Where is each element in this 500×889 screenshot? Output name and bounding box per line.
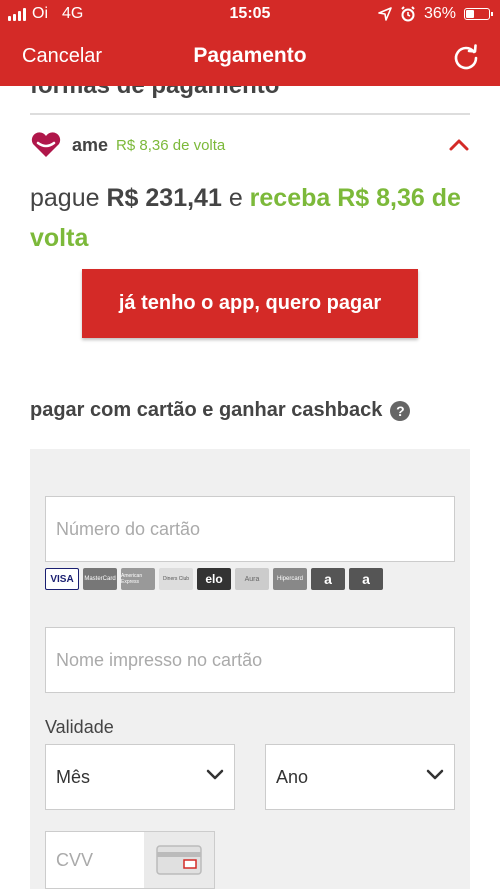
elo-logo: elo	[197, 568, 231, 590]
payment-content[interactable]: formas de pagamento ame R$ 8,36 de volta…	[0, 86, 500, 889]
month-select[interactable]: Mês	[45, 744, 235, 810]
card-back-icon	[144, 832, 214, 888]
section-title: formas de pagamento	[30, 86, 279, 100]
card-section-title-text: pagar com cartão e ganhar cashback	[30, 399, 383, 421]
help-icon[interactable]: ?	[390, 400, 411, 421]
card-cvv-icon	[156, 845, 202, 875]
card-brands: VISA MasterCard American Express Diners …	[45, 568, 383, 590]
summary-prefix: pague	[30, 184, 100, 212]
brand-a-logo-2: a	[349, 568, 383, 590]
battery-icon	[464, 8, 493, 20]
ame-option[interactable]: ame R$ 8,36 de volta	[30, 130, 470, 160]
validity-label: Validade	[45, 717, 114, 737]
status-bar: Oi 4G 15:05 36%	[0, 0, 500, 30]
visa-logo: VISA	[45, 568, 79, 590]
year-select[interactable]: Ano	[265, 744, 455, 810]
brand-a-logo: a	[311, 568, 345, 590]
summary-connector: e	[228, 184, 243, 212]
chevron-down-icon	[206, 769, 224, 780]
payment-summary: pague R$ 231,41 e receba R$ 8,36 de volt…	[30, 178, 480, 258]
ame-heart-icon	[31, 132, 61, 157]
month-select-value: Mês	[56, 766, 91, 787]
card-number-input[interactable]	[45, 496, 455, 562]
card-section-title: pagar com cartão e ganhar cashback ?	[30, 399, 411, 422]
year-select-value: Ano	[276, 766, 309, 787]
ame-cashback: R$ 8,36 de volta	[116, 136, 226, 154]
mastercard-logo: MasterCard	[83, 568, 117, 590]
hipercard-logo: Hipercard	[273, 568, 307, 590]
status-right: 36%	[378, 5, 493, 23]
cvv-input[interactable]	[46, 832, 156, 888]
aura-logo: Aura	[235, 568, 269, 590]
diners-logo: Diners Club	[159, 568, 193, 590]
divider	[30, 113, 470, 115]
ame-name: ame	[72, 134, 109, 155]
cvv-field[interactable]	[45, 831, 215, 889]
page-title: Pagamento	[193, 44, 307, 67]
refresh-icon[interactable]	[452, 43, 480, 71]
cardholder-name-input[interactable]	[45, 627, 455, 693]
navigation-bar: Cancelar Pagamento	[0, 30, 500, 86]
amex-logo: American Express	[121, 568, 155, 590]
alarm-icon	[401, 6, 415, 22]
summary-amount: R$ 231,41	[106, 184, 222, 212]
chevron-down-icon	[426, 769, 444, 780]
battery-percent: 36%	[423, 5, 456, 22]
chevron-up-icon[interactable]	[448, 136, 470, 152]
card-form-panel: VISA MasterCard American Express Diners …	[30, 449, 470, 889]
location-arrow-icon	[378, 7, 392, 21]
pay-with-app-button[interactable]: já tenho o app, quero pagar	[82, 269, 418, 338]
